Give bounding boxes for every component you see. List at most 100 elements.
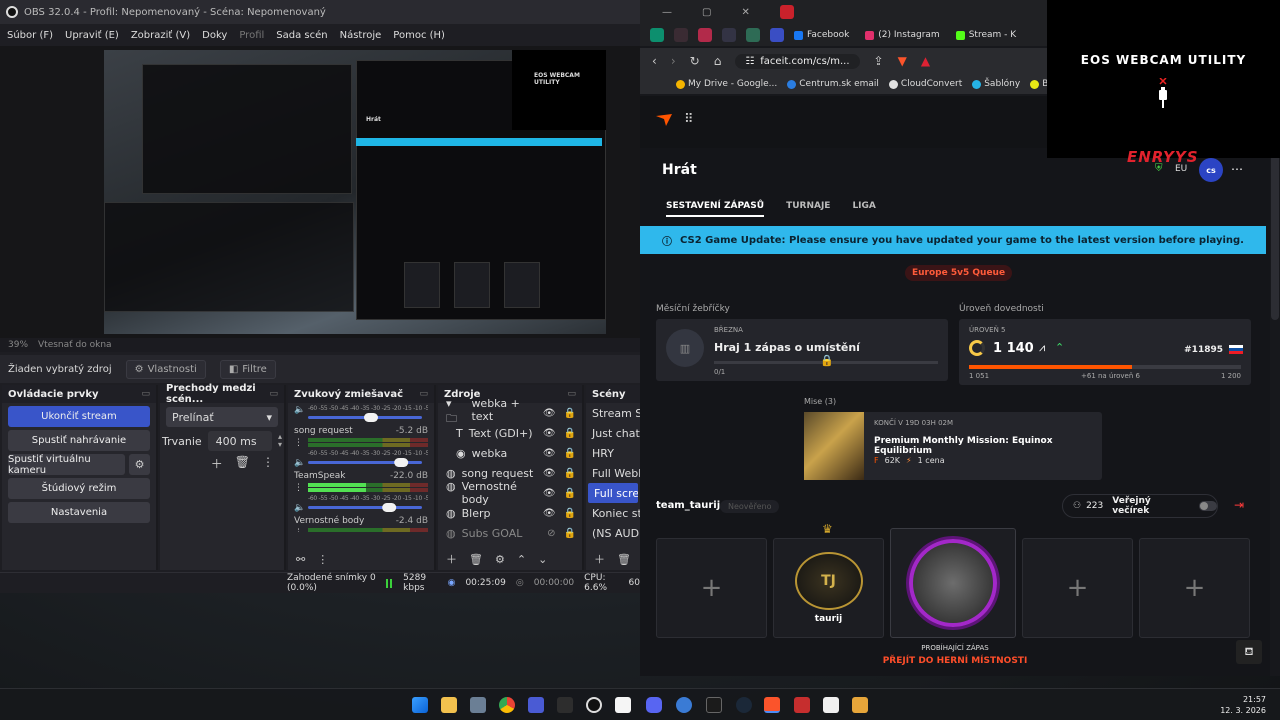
- speaker-icon[interactable]: 🔈: [294, 458, 305, 468]
- app-icon[interactable]: [676, 697, 692, 713]
- region-label[interactable]: EU: [1175, 164, 1187, 174]
- dock-float-icon[interactable]: ▭: [567, 389, 576, 399]
- stepper-icon[interactable]: ▴ ▾: [278, 433, 282, 449]
- tab-matchmaking[interactable]: SESTAVENÍ ZÁPASŮ: [666, 201, 765, 217]
- scene-item[interactable]: Just chattin: [586, 423, 640, 443]
- player-slot[interactable]: ♛ TJ taurij: [773, 522, 884, 638]
- volume-slider[interactable]: [308, 413, 428, 422]
- home-icon[interactable]: ⌂: [714, 54, 722, 68]
- empty-slot[interactable]: +: [1139, 538, 1250, 638]
- browser-tab[interactable]: Stream - K: [955, 30, 1016, 40]
- lock-icon[interactable]: 🔒: [564, 468, 576, 479]
- tab-icon[interactable]: [746, 28, 760, 42]
- chat-icon[interactable]: ⛾: [1236, 640, 1262, 664]
- party-toggle[interactable]: [1199, 501, 1217, 511]
- lock-icon[interactable]: 🔒: [564, 528, 576, 539]
- app-icon[interactable]: [852, 697, 868, 713]
- mission-card[interactable]: KONČÍ V 19D 03H 02M Premium Monthly Miss…: [804, 412, 1102, 480]
- eye-icon[interactable]: 👁: [543, 468, 556, 479]
- chrome-icon[interactable]: [499, 697, 515, 713]
- scene-item[interactable]: (NS AUDIO: [586, 523, 640, 543]
- site-info-icon[interactable]: ☷: [745, 56, 754, 67]
- volume-thumb[interactable]: [364, 413, 378, 422]
- volume-thumb[interactable]: [394, 458, 409, 467]
- transition-select[interactable]: Prelínať ▾: [166, 407, 278, 427]
- tab-icon[interactable]: [698, 28, 712, 42]
- menu-file[interactable]: Súbor (F): [7, 30, 53, 41]
- brave-icon[interactable]: [764, 697, 780, 713]
- add-icon[interactable]: ＋: [211, 455, 223, 472]
- channel-more-icon[interactable]: ⋮: [294, 483, 303, 493]
- browser-tab[interactable]: Facebook: [794, 30, 849, 40]
- trash-icon[interactable]: 🗑: [469, 553, 483, 566]
- app-icon[interactable]: [823, 697, 839, 713]
- more-icon[interactable]: ⋮: [262, 455, 274, 472]
- steam-icon[interactable]: [736, 697, 752, 713]
- settings-button[interactable]: Nastavenia: [8, 502, 150, 523]
- trash-icon[interactable]: 🗑: [617, 553, 631, 566]
- bookmark[interactable]: Centrum.sk email: [787, 79, 879, 89]
- party-toggle-box[interactable]: ⚇ 223 Veřejný večírek: [1062, 494, 1218, 518]
- dock-float-icon[interactable]: ▭: [269, 389, 278, 399]
- speaker-icon[interactable]: 🔈: [294, 503, 305, 513]
- menu-tools[interactable]: Nástroje: [340, 30, 382, 41]
- volume-thumb[interactable]: [382, 503, 397, 512]
- team-name[interactable]: team_taurij: [656, 500, 720, 511]
- lock-icon[interactable]: 🔒: [564, 448, 576, 459]
- move-down-icon[interactable]: ⌄: [538, 553, 547, 566]
- source-row[interactable]: camera-icon◉webka👁🔒: [438, 443, 582, 463]
- avatar[interactable]: cs: [1199, 158, 1223, 182]
- app-icon[interactable]: [794, 697, 810, 713]
- eye-icon[interactable]: 👁: [543, 408, 556, 419]
- gear-icon[interactable]: ⚙: [495, 553, 505, 566]
- duration-input[interactable]: 400 ms: [207, 431, 272, 451]
- empty-slot[interactable]: +: [656, 538, 767, 638]
- bookmark[interactable]: CloudConvert: [888, 79, 962, 89]
- rewards-icon[interactable]: ▲: [921, 54, 930, 68]
- url-bar[interactable]: ☷ faceit.com/cs/m...: [735, 53, 860, 69]
- add-icon[interactable]: ＋: [446, 551, 457, 567]
- app-icon[interactable]: [557, 697, 573, 713]
- tab-tournaments[interactable]: TURNAJE: [786, 201, 830, 217]
- monthly-card[interactable]: ▥ BŘEZNA Hraj 1 zápas o umístění 🔒 0/1: [656, 319, 948, 381]
- menu-help[interactable]: Pomoc (H): [393, 30, 445, 41]
- volume-slider[interactable]: [308, 503, 428, 512]
- lock-icon[interactable]: 🔒: [564, 508, 576, 519]
- match-link[interactable]: PŘEJÍT DO HERNÍ MÍSTNOSTI: [640, 656, 1270, 666]
- start-virtualcam-button[interactable]: Spustiť virtuálnu kameru: [8, 454, 125, 476]
- eye-icon[interactable]: 👁: [543, 508, 556, 519]
- channel-more-icon[interactable]: ⋮: [294, 438, 303, 448]
- trash-icon[interactable]: 🗑: [235, 455, 250, 472]
- filters-button[interactable]: ◧ Filtre: [219, 359, 276, 379]
- obs-icon[interactable]: [586, 697, 602, 713]
- lock-icon[interactable]: 🔒: [564, 428, 576, 439]
- menu-profile[interactable]: Profil: [239, 30, 264, 41]
- menu-scene-collection[interactable]: Sada scén: [276, 30, 327, 41]
- app-icon[interactable]: [528, 697, 544, 713]
- skill-card[interactable]: ÚROVEŇ 5 1 140 ⩘ ⌃ #11895 1 051 +61 na ú…: [959, 319, 1251, 385]
- scene-item[interactable]: Full screen: [588, 483, 638, 503]
- clock[interactable]: 21:57 12. 3. 2026: [1220, 694, 1266, 716]
- calculator-icon[interactable]: [470, 697, 486, 713]
- notepad-icon[interactable]: [615, 697, 631, 713]
- discord-icon[interactable]: [646, 697, 662, 713]
- tab-icon[interactable]: [770, 28, 784, 42]
- source-row[interactable]: folder-icon▾ 🗀webka + text👁🔒: [438, 397, 582, 425]
- fit-to-window[interactable]: Vtesnať do okna: [38, 340, 112, 350]
- queue-badge[interactable]: Europe 5v5 Queue: [905, 265, 1013, 281]
- source-row[interactable]: globe-icon◍Blerp👁🔒: [438, 503, 582, 523]
- speaker-icon[interactable]: 🔈: [294, 405, 305, 415]
- more-icon[interactable]: ⋯: [1231, 162, 1243, 176]
- minimize-icon[interactable]: —: [662, 7, 672, 18]
- menu-view[interactable]: Zobraziť (V): [131, 30, 190, 41]
- volume-slider[interactable]: [308, 458, 428, 467]
- faceit-logo-icon[interactable]: [656, 114, 672, 126]
- scene-item[interactable]: HRY: [586, 443, 640, 463]
- eye-icon[interactable]: 👁: [543, 428, 556, 439]
- reload-icon[interactable]: ↻: [690, 54, 700, 68]
- match-slot[interactable]: [890, 528, 1016, 638]
- eye-off-icon[interactable]: ⊘: [547, 528, 555, 539]
- scene-item[interactable]: Stream Star: [586, 403, 640, 423]
- pdf-app-icon[interactable]: [779, 5, 794, 19]
- dock-float-icon[interactable]: ▭: [419, 389, 428, 399]
